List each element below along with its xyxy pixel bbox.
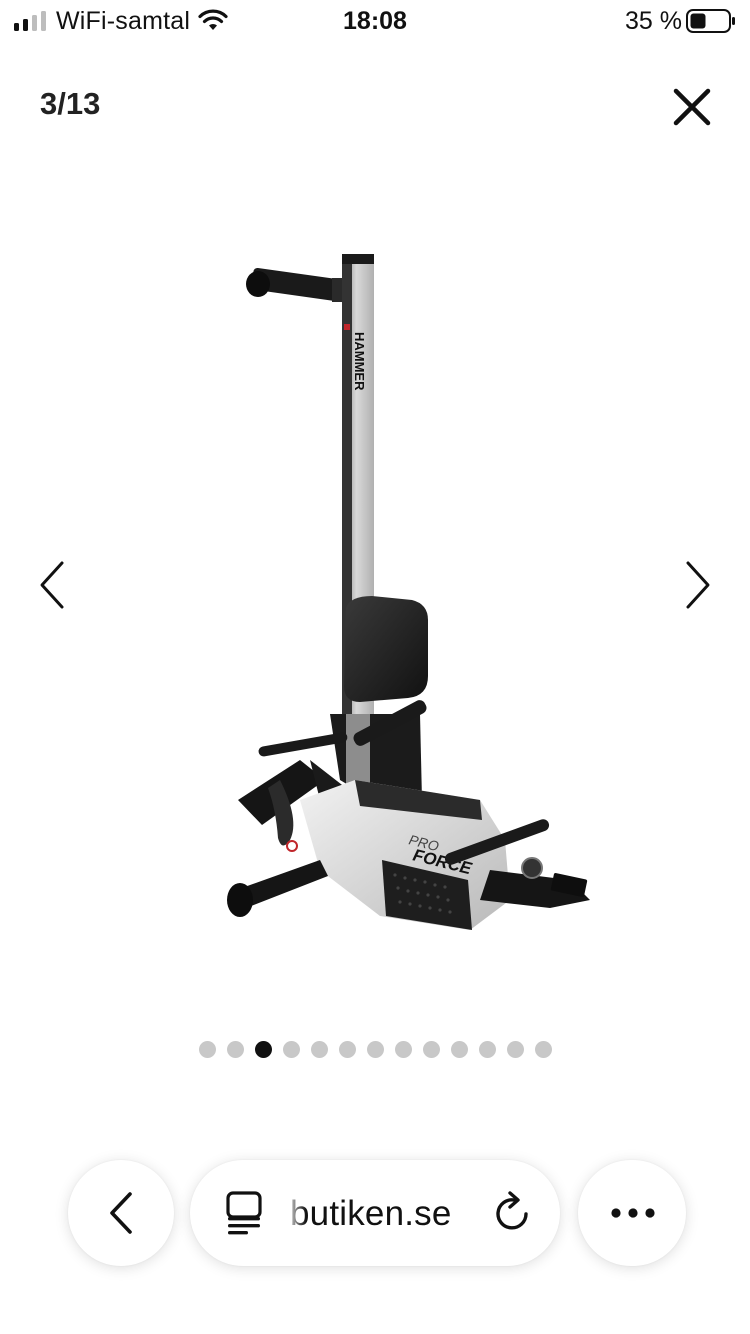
ellipsis-icon (611, 1208, 655, 1218)
rowing-machine-illustration: HAMMER PRO FORCE (227, 254, 590, 930)
image-counter: 3/13 (40, 86, 101, 121)
product-image[interactable]: HAMMER PRO FORCE (150, 240, 600, 940)
brand-label: HAMMER (352, 332, 367, 391)
pagination-dots (0, 1041, 750, 1059)
pagination-dot[interactable] (394, 1041, 412, 1058)
pagination-dot[interactable] (226, 1041, 244, 1058)
reload-icon[interactable] (490, 1190, 536, 1236)
pagination-dot[interactable] (198, 1041, 216, 1058)
status-bar: WiFi-samtal 18:08 35 % (0, 0, 750, 44)
pagination-dot[interactable] (534, 1041, 552, 1058)
url-text[interactable]: butiken.se (290, 1194, 452, 1234)
browser-back-button[interactable] (68, 1160, 174, 1266)
close-button[interactable] (668, 83, 716, 131)
chevron-left-icon (40, 561, 64, 609)
battery-icon (686, 9, 735, 33)
pagination-dot[interactable] (366, 1041, 384, 1058)
pagination-dot[interactable] (338, 1041, 356, 1058)
pagination-dot[interactable] (450, 1041, 468, 1058)
chevron-left-icon (110, 1192, 132, 1234)
address-bar[interactable]: butiken.se (190, 1160, 560, 1266)
battery-percent: 35 % (625, 7, 682, 35)
pagination-dot-active[interactable] (254, 1041, 272, 1058)
pagination-dot[interactable] (478, 1041, 496, 1058)
pagination-dot[interactable] (422, 1041, 440, 1058)
chevron-right-icon (686, 561, 710, 609)
pagination-dot[interactable] (506, 1041, 524, 1058)
next-image-button[interactable] (672, 556, 722, 614)
pagination-dot[interactable] (310, 1041, 328, 1058)
previous-image-button[interactable] (28, 556, 78, 614)
tabs-icon[interactable] (224, 1190, 264, 1236)
close-icon (673, 88, 711, 126)
pagination-dot[interactable] (282, 1041, 300, 1058)
more-options-button[interactable] (578, 1160, 686, 1266)
